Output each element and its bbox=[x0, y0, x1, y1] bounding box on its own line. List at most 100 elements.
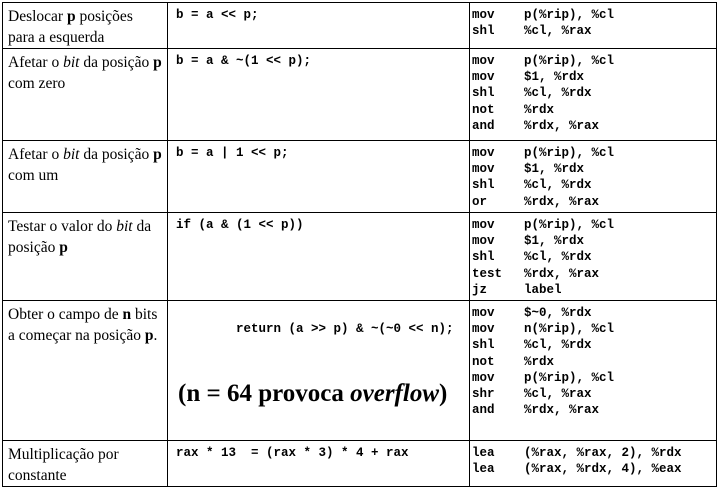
asm-instruction: shl %cl, %rdx bbox=[472, 249, 714, 265]
asm-opcode: or bbox=[472, 194, 488, 209]
text-segment: com zero bbox=[8, 75, 66, 92]
asm-opcode: lea bbox=[472, 462, 495, 477]
asm-instruction: and %rdx, %rax bbox=[472, 402, 714, 418]
assembly-code: mov p(%rip), %cl mov $1, %rdx shl %cl, %rdx or… bbox=[469, 140, 717, 213]
asm-opcode: and bbox=[472, 118, 495, 133]
asm-operands: %rdx, %rax bbox=[524, 403, 600, 418]
asm-operands: %cl, %rdx bbox=[524, 250, 592, 265]
text-segment: p bbox=[66, 8, 76, 25]
overflow-note: (n = 64 provoca overflow) bbox=[176, 380, 465, 408]
asm-instruction: mov n(%rip), %cl bbox=[472, 321, 714, 337]
asm-opcode: test bbox=[472, 266, 503, 281]
text-segment: Testar o valor do bbox=[8, 218, 117, 235]
asm-opcode: mov bbox=[472, 322, 495, 337]
table-row: Afetar o bit da posição p com zero b = a… bbox=[2, 48, 717, 141]
asm-instruction: jz label bbox=[472, 282, 714, 298]
asm-operands: (%rax, %rax, 2), %rdx bbox=[524, 446, 682, 461]
text-segment: p bbox=[153, 54, 162, 71]
asm-opcode: mov bbox=[472, 70, 495, 85]
text-segment: Deslocar bbox=[8, 8, 67, 25]
text-segment: overflow bbox=[350, 379, 439, 407]
asm-instruction: lea (%rax, %rdx, 4), %eax bbox=[472, 461, 714, 477]
text-segment: Afetar o bbox=[8, 146, 64, 163]
text-segment: p bbox=[153, 146, 162, 163]
asm-instruction: shl %cl, %rdx bbox=[472, 337, 714, 353]
asm-operands: p(%rip), %cl bbox=[524, 218, 615, 232]
asm-operands: %cl, %rdx bbox=[524, 86, 592, 101]
text-segment: bit bbox=[63, 54, 80, 71]
table-row: Multiplicação por constante rax * 13 = (… bbox=[2, 440, 717, 487]
asm-instruction: mov p(%rip), %cl bbox=[472, 7, 714, 23]
asm-operands: $1, %rdx bbox=[524, 70, 585, 85]
asm-operands: %cl, %rax bbox=[524, 24, 592, 39]
text-segment: da posição bbox=[79, 146, 154, 163]
asm-opcode: mov bbox=[472, 8, 495, 22]
asm-opcode: shl bbox=[472, 24, 495, 39]
text-segment: p bbox=[59, 239, 68, 256]
asm-opcode: shl bbox=[472, 338, 495, 353]
asm-instruction: shl %cl, %rdx bbox=[472, 85, 714, 101]
text-segment: . bbox=[153, 327, 158, 344]
asm-operands: $~0, %rdx bbox=[524, 306, 592, 320]
c-code: b = a << p; bbox=[167, 2, 470, 49]
bit-operations-table: Deslocar p posições para a esquerda b = … bbox=[2, 2, 717, 487]
asm-opcode: shr bbox=[472, 386, 495, 401]
table-row: Testar o valor do bit da posição p if (a… bbox=[2, 212, 717, 301]
asm-instruction: lea (%rax, %rax, 2), %rdx bbox=[472, 445, 714, 461]
asm-instruction: mov $~0, %rdx bbox=[472, 305, 714, 321]
c-code: b = a & ~(1 << p); bbox=[167, 48, 470, 141]
asm-instruction: mov p(%rip), %cl bbox=[472, 370, 714, 386]
asm-operands: %rdx, %rax bbox=[524, 194, 600, 209]
asm-instruction: shl %cl, %rdx bbox=[472, 177, 714, 193]
asm-instruction: shr %cl, %rax bbox=[472, 386, 714, 402]
asm-operands: label bbox=[524, 282, 562, 297]
asm-opcode: shl bbox=[472, 250, 495, 265]
text-segment: ) bbox=[439, 379, 448, 407]
operation-description: Multiplicação por constante bbox=[2, 440, 168, 487]
asm-opcode: lea bbox=[472, 446, 495, 461]
c-code: rax * 13 = (rax * 3) * 4 + rax bbox=[167, 440, 470, 487]
asm-opcode: mov bbox=[472, 54, 495, 68]
asm-instruction: mov p(%rip), %cl bbox=[472, 53, 714, 69]
text-segment: da posição bbox=[79, 54, 154, 71]
asm-opcode: not bbox=[472, 354, 495, 369]
asm-opcode: jz bbox=[472, 282, 488, 297]
text-segment: bit bbox=[116, 218, 133, 235]
asm-operands: $1, %rdx bbox=[524, 162, 585, 177]
table-body: Deslocar p posições para a esquerda b = … bbox=[2, 2, 717, 487]
operation-description: Afetar o bit da posição p com um bbox=[2, 140, 168, 213]
asm-opcode: mov bbox=[472, 370, 495, 385]
assembly-code: mov $~0, %rdx mov n(%rip), %cl shl %cl, %rdx n… bbox=[469, 299, 717, 442]
asm-opcode: mov bbox=[472, 146, 495, 160]
asm-instruction: shl %cl, %rax bbox=[472, 23, 714, 39]
asm-operands: p(%rip), %cl bbox=[524, 146, 615, 160]
assembly-code: mov p(%rip), %cl mov $1, %rdx shl %cl, %rdx no… bbox=[469, 48, 717, 141]
asm-opcode: mov bbox=[472, 218, 495, 232]
operation-description: Testar o valor do bit da posição p bbox=[2, 212, 168, 301]
asm-instruction: mov p(%rip), %cl bbox=[472, 145, 714, 161]
asm-opcode: shl bbox=[472, 178, 495, 193]
asm-instruction: mov p(%rip), %cl bbox=[472, 217, 714, 233]
table-row: Afetar o bit da posição p com um b = a |… bbox=[2, 140, 717, 213]
operation-description: Afetar o bit da posição p com zero bbox=[2, 48, 168, 141]
asm-instruction: mov $1, %rdx bbox=[472, 161, 714, 177]
text-segment: Afetar o bbox=[8, 54, 64, 71]
asm-opcode: mov bbox=[472, 234, 495, 249]
asm-operands: %cl, %rdx bbox=[524, 178, 592, 193]
asm-operands: %rdx, %rax bbox=[524, 118, 600, 133]
asm-opcode: mov bbox=[472, 162, 495, 177]
asm-operands: %cl, %rdx bbox=[524, 338, 592, 353]
c-code: b = a | 1 << p; bbox=[167, 140, 470, 213]
asm-instruction: and %rdx, %rax bbox=[472, 118, 714, 134]
asm-instruction: not %rdx bbox=[472, 102, 714, 118]
asm-opcode: mov bbox=[472, 306, 495, 320]
assembly-code: mov p(%rip), %cl shl %cl, %rax bbox=[469, 2, 717, 49]
text-segment: Obter o campo de bbox=[8, 306, 123, 323]
asm-instruction: test %rdx, %rax bbox=[472, 266, 714, 282]
asm-operands: n(%rip), %cl bbox=[524, 322, 615, 337]
asm-operands: p(%rip), %cl bbox=[524, 8, 615, 22]
assembly-code: lea (%rax, %rax, 2), %rdx lea (%rax, %rdx, … bbox=[469, 440, 717, 487]
text-segment: Multiplicação por constante bbox=[8, 446, 119, 485]
asm-operands: $1, %rdx bbox=[524, 234, 585, 249]
asm-opcode: not bbox=[472, 102, 495, 117]
